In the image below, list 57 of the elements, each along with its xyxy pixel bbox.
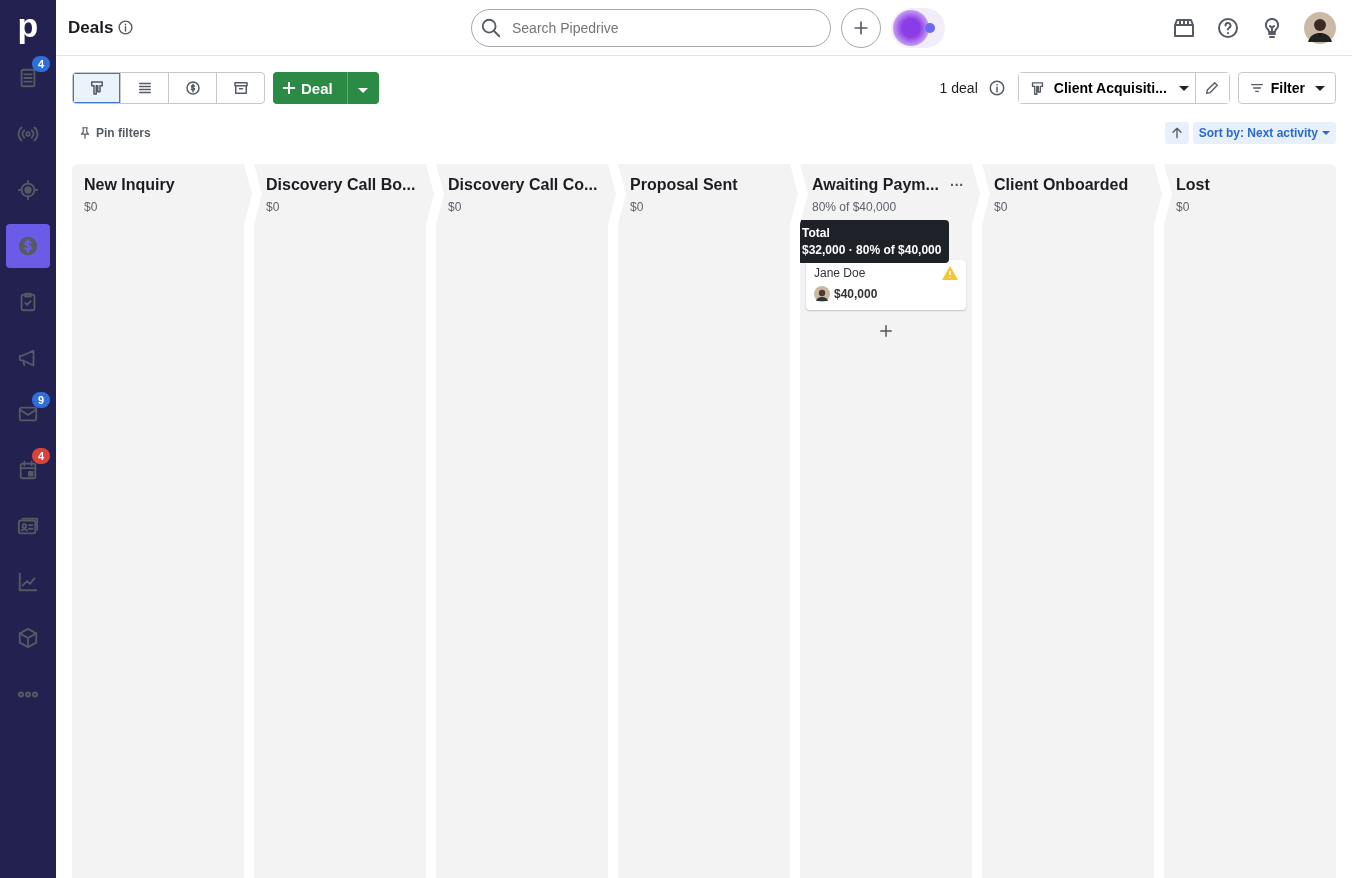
edit-button[interactable] <box>1194 73 1229 103</box>
filter-dropdown[interactable]: Filter <box>1237 72 1336 104</box>
info-icon[interactable] <box>117 19 135 36</box>
box-icon <box>17 627 39 649</box>
sort-direction-button[interactable] <box>1164 122 1189 144</box>
stage-total: $0 <box>1176 200 1191 214</box>
stage-total: $0 <box>630 200 645 214</box>
stage-total: 80% of $40,000 <box>812 200 898 214</box>
pin-icon <box>78 126 92 140</box>
contact-card-icon <box>17 515 39 537</box>
pin-filters-button[interactable]: Pin filters <box>78 126 151 140</box>
forecast-icon <box>183 79 202 97</box>
notification-badge: 4 <box>32 448 50 464</box>
archive-icon <box>231 79 250 97</box>
avatar[interactable] <box>1304 11 1336 44</box>
more-icon <box>17 690 39 698</box>
deal-value: $40,000 <box>834 287 878 301</box>
deal-count: 1 deal <box>939 80 978 96</box>
chart-icon <box>17 571 39 593</box>
stage-name: Client Onboarded <box>994 176 1129 194</box>
deal-card[interactable]: Jane Doe $40,000 <box>806 260 966 310</box>
stage-name: Discovery Call Co... <box>448 176 598 194</box>
stage-name: Discovery Call Bo... <box>266 176 416 194</box>
owner-avatar <box>814 286 830 302</box>
tooltip-title: Total <box>802 226 831 240</box>
pencil-icon <box>1204 80 1221 96</box>
stage-total: $0 <box>994 200 1009 214</box>
notification-badge: 9 <box>32 392 50 408</box>
stage-name: New Inquiry <box>84 176 175 194</box>
view-switcher[interactable] <box>72 72 265 104</box>
notification-badge: 4 <box>32 56 50 72</box>
dollar-icon <box>17 235 39 257</box>
stage-total: $0 <box>448 200 463 214</box>
plus-icon[interactable] <box>877 322 895 340</box>
stage-name: Awaiting Paym... <box>812 176 939 194</box>
add-deal-button[interactable]: Deal <box>273 72 347 104</box>
search-field[interactable]: Search Pipedrive <box>471 8 831 47</box>
stage-name: Proposal Sent <box>630 176 738 194</box>
stage-total: $0 <box>266 200 281 214</box>
page-title: Deals <box>68 17 114 38</box>
logo[interactable]: p <box>17 0 39 56</box>
assistant-button[interactable] <box>891 7 945 48</box>
view-tab[interactable] <box>73 73 120 103</box>
info-icon[interactable] <box>987 79 1006 97</box>
nav-item[interactable]: 4 <box>6 56 50 100</box>
contact-name: Jane Doe <box>814 266 866 280</box>
nav-item[interactable]: 9 <box>6 392 50 436</box>
sort-dropdown[interactable]: Sort by: Next activity <box>1192 122 1336 144</box>
stage-total: $0 <box>84 200 99 214</box>
more-button[interactable]: ··· <box>950 177 964 193</box>
stage-name: Lost <box>1176 176 1210 194</box>
help-icon[interactable] <box>1216 15 1240 40</box>
dropdown-button[interactable] <box>346 72 379 104</box>
calendar-icon <box>17 459 39 481</box>
tooltip-text: $32,000 · 80% of $40,000 <box>802 243 942 257</box>
target-icon <box>17 179 39 201</box>
nav-item[interactable]: 4 <box>6 448 50 492</box>
